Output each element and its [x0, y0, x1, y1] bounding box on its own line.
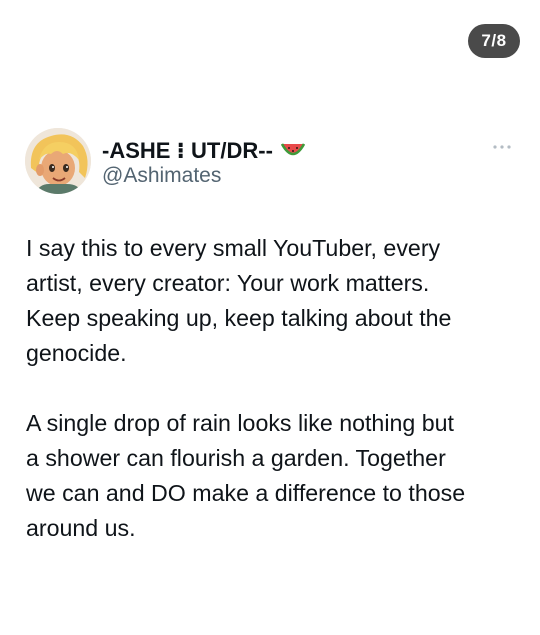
post-paragraph-2: A single drop of rain looks like nothing… [26, 410, 466, 541]
author-display-name[interactable]: -ASHE ⁝ UT/DR-- [102, 138, 273, 164]
avatar[interactable] [25, 128, 91, 194]
page-counter-label: 7/8 [481, 31, 507, 50]
post-paragraph-1: I say this to every small YouTuber, ever… [26, 235, 452, 366]
author-name-row[interactable]: -ASHE ⁝ UT/DR-- [102, 138, 305, 164]
watermelon-icon [280, 142, 305, 160]
post-body: I say this to every small YouTuber, ever… [26, 231, 516, 546]
cartoon-avatar-icon [25, 128, 91, 194]
page-counter-badge: 7/8 [468, 24, 520, 58]
author-handle[interactable]: @Ashimates [102, 164, 221, 188]
more-horizontal-icon[interactable] [490, 140, 514, 154]
